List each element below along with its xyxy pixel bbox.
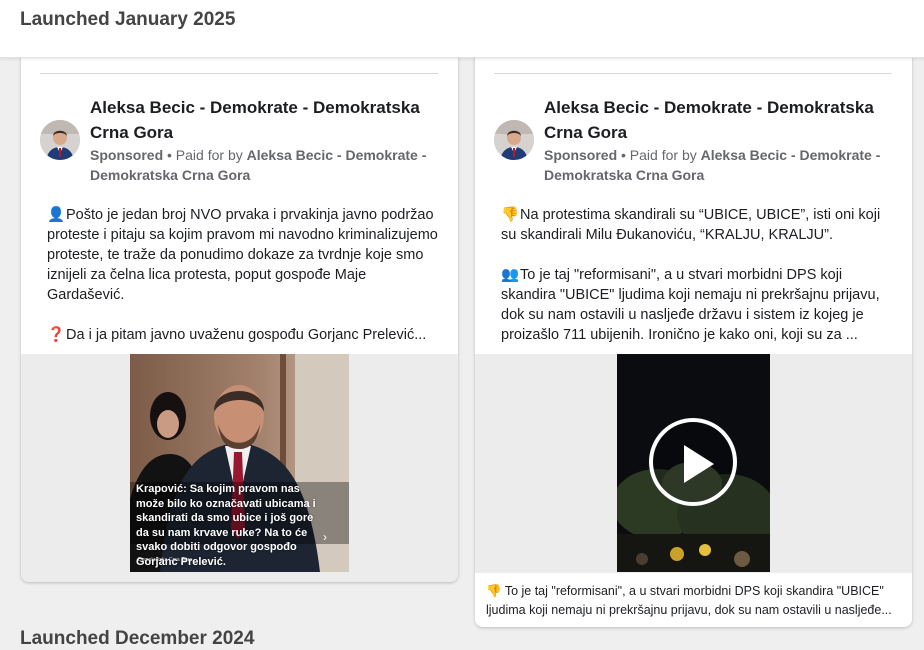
play-triangle <box>684 445 714 483</box>
ad-body-text: 👎Na protestima skandirali su “UBICE, UBI… <box>501 205 896 365</box>
ad-image[interactable]: Krapović: Sa kojim pravom nas može bilo … <box>130 354 349 572</box>
avatar[interactable] <box>40 120 80 160</box>
ad-media-area: Krapović: Sa kojim pravom nas može bilo … <box>21 354 458 582</box>
thumbs-down-icon: 👎 <box>486 584 502 598</box>
ad-paragraph: 👤Pošto je jedan broj NVO prvaka i prvaki… <box>47 205 442 305</box>
paid-for-by-label: • Paid for by <box>163 147 247 163</box>
video-caption: 👎 To je taj "reformisani", a u stvari mo… <box>475 573 912 627</box>
advertiser-name[interactable]: Aleksa Becic - Demokrate - Demokratska C… <box>90 95 435 145</box>
paragraph-text: Na protestima skandirali su “UBICE, UBIC… <box>501 207 881 243</box>
image-credit: Demokratska Crna Gora <box>138 557 193 563</box>
advertiser-name[interactable]: Aleksa Becic - Demokrate - Demokratska C… <box>544 95 889 145</box>
section-title-december-2024: Launched December 2024 <box>20 628 255 649</box>
play-icon[interactable] <box>649 418 737 506</box>
ad-paragraph: 👥To je taj "reformisani", a u stvari mor… <box>501 265 896 345</box>
video-caption-text: To je taj "reformisani", a u stvari morb… <box>486 584 892 617</box>
paid-for-by-label: • Paid for by <box>617 147 701 163</box>
sponsored-label: Sponsored <box>544 147 618 163</box>
sponsored-label: Sponsored <box>90 147 164 163</box>
busts-silhouette-icon: 👥 <box>501 267 520 283</box>
paragraph-text: To je taj "reformisani", a u stvari morb… <box>501 267 880 343</box>
ad-body-text: 👤Pošto je jedan broj NVO prvaka i prvaki… <box>47 205 442 365</box>
avatar[interactable] <box>494 120 534 160</box>
sponsored-meta: Sponsored • Paid for by Aleksa Becic - D… <box>544 145 899 185</box>
divider <box>40 73 438 74</box>
chevron-right-icon: › <box>323 530 327 544</box>
ad-video[interactable] <box>617 354 770 572</box>
ad-paragraph: 👎Na protestima skandirali su “UBICE, UBI… <box>501 205 896 245</box>
ad-card[interactable]: Aleksa Becic - Demokrate - Demokratska C… <box>21 20 458 582</box>
question-mark-icon: ❓ <box>47 327 66 343</box>
ad-card[interactable]: Aleksa Becic - Demokrate - Demokratska C… <box>475 20 912 627</box>
bust-silhouette-icon: 👤 <box>47 207 66 223</box>
thumbs-down-icon: 👎 <box>501 207 520 223</box>
ad-paragraph: ❓Da i ja pitam javno uvaženu gospođu Gor… <box>47 325 442 345</box>
paragraph-text: Da i ja pitam javno uvaženu gospođu Gorj… <box>66 327 427 343</box>
section-title-january-2025: Launched January 2025 <box>20 9 236 30</box>
sponsored-meta: Sponsored • Paid for by Aleksa Becic - D… <box>90 145 445 185</box>
section-header: Launched January 2025 <box>0 0 924 58</box>
divider <box>494 73 892 74</box>
image-caption: Krapović: Sa kojim pravom nas može bilo … <box>136 483 316 568</box>
paragraph-text: Pošto je jedan broj NVO prvaka i prvakin… <box>47 207 438 303</box>
